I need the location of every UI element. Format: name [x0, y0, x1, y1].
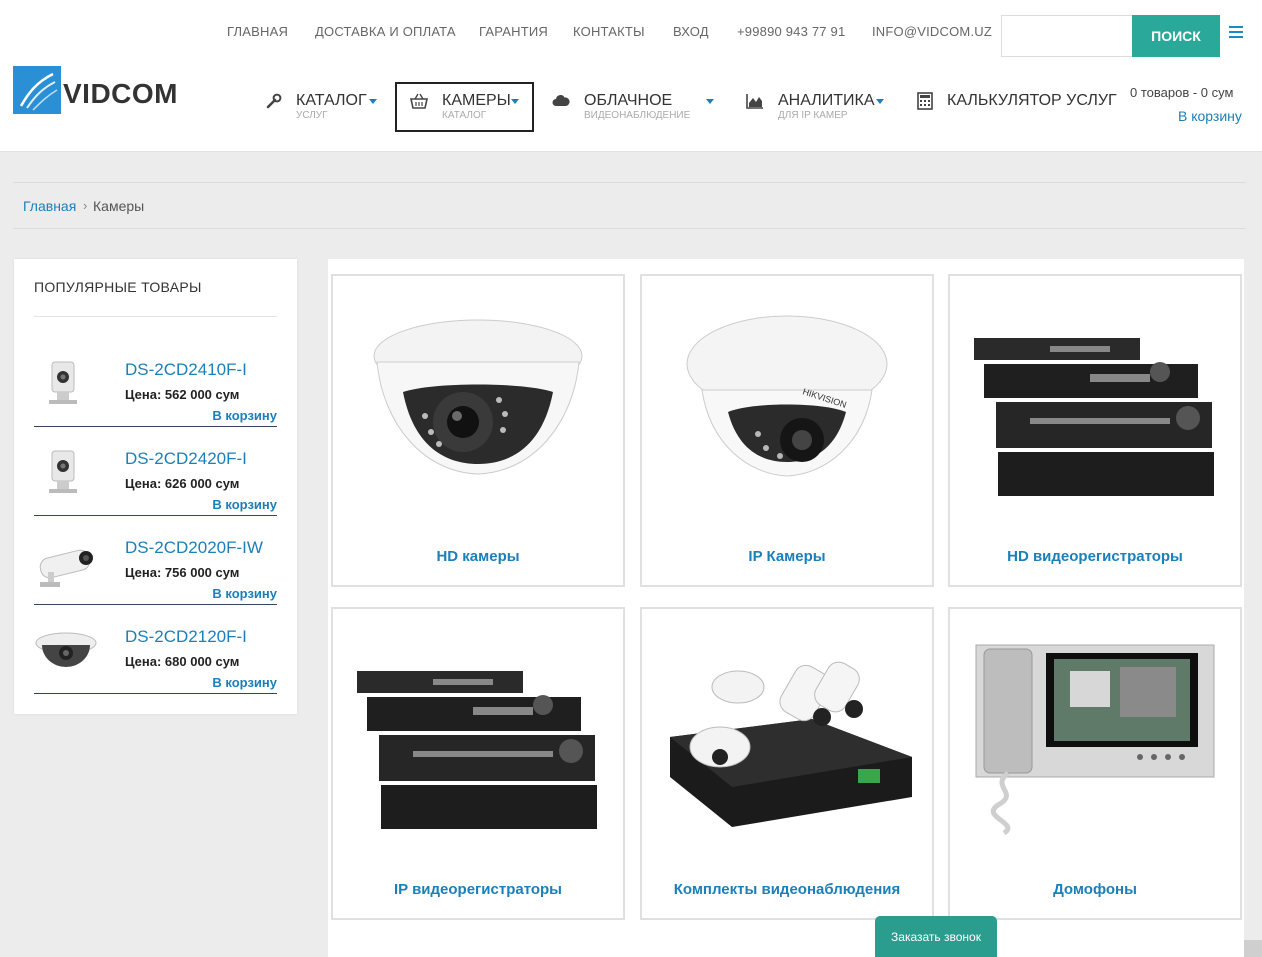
nav-analytics[interactable]: АНАЛИТИКА ДЛЯ IP КАМЕР	[746, 88, 891, 122]
callback-button[interactable]: Заказать звонок	[875, 916, 997, 957]
nav-cameras-label: КАМЕРЫ	[442, 92, 511, 109]
nav-calculator-label: КАЛЬКУЛЯТОР УСЛУГ	[947, 92, 1117, 109]
chevron-down-icon	[369, 99, 377, 104]
category-label[interactable]: Комплекты видеонаблюдения	[642, 881, 932, 898]
product-name[interactable]: DS-2CD2020F-IW	[125, 538, 263, 558]
surveillance-kit-image[interactable]	[662, 627, 912, 837]
nav-calculator[interactable]: КАЛЬКУЛЯТОР УСЛУГ	[916, 88, 1117, 122]
topnav-warranty[interactable]: ГАРАНТИЯ	[479, 24, 548, 39]
topnav-contacts[interactable]: КОНТАКТЫ	[573, 24, 645, 39]
search-button[interactable]: ПОИСК	[1132, 15, 1220, 57]
topnav-login[interactable]: ВХОД	[673, 24, 709, 39]
cart-link[interactable]: В корзину	[1178, 108, 1242, 124]
product-price: Цена: 626 000 сум	[125, 476, 240, 491]
category-label[interactable]: HD видеорегистраторы	[950, 548, 1240, 565]
topnav-delivery[interactable]: ДОСТАВКА И ОПЛАТА	[315, 24, 456, 39]
category-card-kits[interactable]: Комплекты видеонаблюдения	[640, 607, 934, 920]
chevron-down-icon	[511, 99, 519, 104]
site-header: ГЛАВНАЯ ДОСТАВКА И ОПЛАТА ГАРАНТИЯ КОНТА…	[0, 0, 1262, 152]
category-label[interactable]: HD камеры	[333, 548, 623, 565]
category-label[interactable]: Домофоны	[950, 881, 1240, 898]
topnav-home[interactable]: ГЛАВНАЯ	[227, 24, 288, 39]
scrollbar[interactable]	[1244, 940, 1262, 957]
category-card-hd-dvr[interactable]: HD видеорегистраторы	[948, 274, 1242, 587]
hamburger-menu-icon[interactable]	[1229, 26, 1243, 40]
list-item: DS-2CD2020F-IW Цена: 756 000 сум В корзи…	[34, 516, 277, 605]
dvr-stack-image[interactable]	[970, 294, 1220, 504]
list-item: DS-2CD2420F-I Цена: 626 000 сум В корзин…	[34, 427, 277, 516]
product-price: Цена: 756 000 сум	[125, 565, 240, 580]
category-label[interactable]: IP видеорегистраторы	[333, 881, 623, 898]
divider	[34, 316, 277, 317]
nav-cloud-sub: ВИДЕОНАБЛЮДЕНИЕ	[584, 110, 691, 121]
add-to-cart-link[interactable]: В корзину	[212, 675, 277, 690]
topnav-phone[interactable]: +99890 943 77 91	[737, 24, 845, 39]
wrench-icon	[265, 92, 283, 110]
product-name[interactable]: DS-2CD2420F-I	[125, 449, 247, 469]
nav-cameras-sub: КАТАЛОГ	[442, 110, 487, 121]
area-chart-icon	[746, 92, 764, 110]
ip-dome-camera-image[interactable]: HIKVISION	[662, 294, 912, 504]
chevron-down-icon	[706, 99, 714, 104]
breadcrumb-home[interactable]: Главная	[23, 198, 76, 214]
nav-analytics-label: АНАЛИТИКА	[778, 92, 875, 109]
sidebar-title: ПОПУЛЯРНЫЕ ТОВАРЫ	[34, 279, 202, 295]
product-thumbnail[interactable]	[34, 623, 99, 683]
nav-analytics-sub: ДЛЯ IP КАМЕР	[778, 110, 848, 121]
breadcrumb: Главная › Камеры	[13, 182, 1246, 229]
category-label[interactable]: IP Камеры	[642, 548, 932, 565]
category-card-hd-cameras[interactable]: HD камеры	[331, 274, 625, 587]
list-item: DS-2CD2410F-I Цена: 562 000 сум В корзин…	[34, 338, 277, 427]
add-to-cart-link[interactable]: В корзину	[212, 586, 277, 601]
list-item: DS-2CD2120F-I Цена: 680 000 сум В корзин…	[34, 605, 277, 694]
cloud-icon	[552, 92, 570, 110]
category-card-ip-nvr[interactable]: IP видеорегистраторы	[331, 607, 625, 920]
logo-icon[interactable]	[13, 66, 61, 114]
add-to-cart-link[interactable]: В корзину	[212, 408, 277, 423]
search-input[interactable]	[1001, 15, 1133, 57]
category-card-ip-cameras[interactable]: HIKVISION IP Камеры	[640, 274, 934, 587]
logo-text[interactable]: VIDCOM	[63, 78, 178, 110]
nav-cloud-label: ОБЛАЧНОЕ	[584, 92, 673, 109]
add-to-cart-link[interactable]: В корзину	[212, 497, 277, 512]
dome-camera-image[interactable]	[353, 294, 603, 504]
cart-summary: 0 товаров - 0 сум	[1130, 85, 1234, 100]
product-thumbnail[interactable]	[34, 445, 99, 505]
product-name[interactable]: DS-2CD2410F-I	[125, 360, 247, 380]
product-name[interactable]: DS-2CD2120F-I	[125, 627, 247, 647]
chevron-down-icon	[876, 99, 884, 104]
product-price: Цена: 680 000 сум	[125, 654, 240, 669]
product-thumbnail[interactable]	[34, 356, 99, 416]
nav-catalog-sub: УСЛУГ	[296, 110, 328, 121]
nav-cameras[interactable]: КАМЕРЫ КАТАЛОГ	[410, 88, 530, 122]
breadcrumb-current: Камеры	[93, 198, 145, 214]
category-grid: HD камеры HIKVISION IP Камеры HD видеоре…	[328, 259, 1244, 957]
category-card-intercoms[interactable]: Домофоны	[948, 607, 1242, 920]
product-price: Цена: 562 000 сум	[125, 387, 240, 402]
basket-icon	[410, 92, 428, 110]
calculator-icon	[916, 92, 934, 110]
nav-catalog-services[interactable]: КАТАЛОГ УСЛУГ	[265, 88, 385, 122]
product-thumbnail[interactable]	[34, 534, 99, 594]
nvr-stack-image[interactable]	[353, 627, 603, 837]
breadcrumb-separator: ›	[83, 198, 88, 213]
topnav-email[interactable]: INFO@VIDCOM.UZ	[872, 24, 992, 39]
nav-catalog-label: КАТАЛОГ	[296, 92, 367, 109]
popular-products-sidebar: ПОПУЛЯРНЫЕ ТОВАРЫ DS-2CD2410F-I Цена: 56…	[14, 259, 297, 714]
nav-cloud[interactable]: ОБЛАЧНОЕ ВИДЕОНАБЛЮДЕНИЕ	[552, 88, 717, 122]
intercom-image[interactable]	[970, 627, 1220, 837]
